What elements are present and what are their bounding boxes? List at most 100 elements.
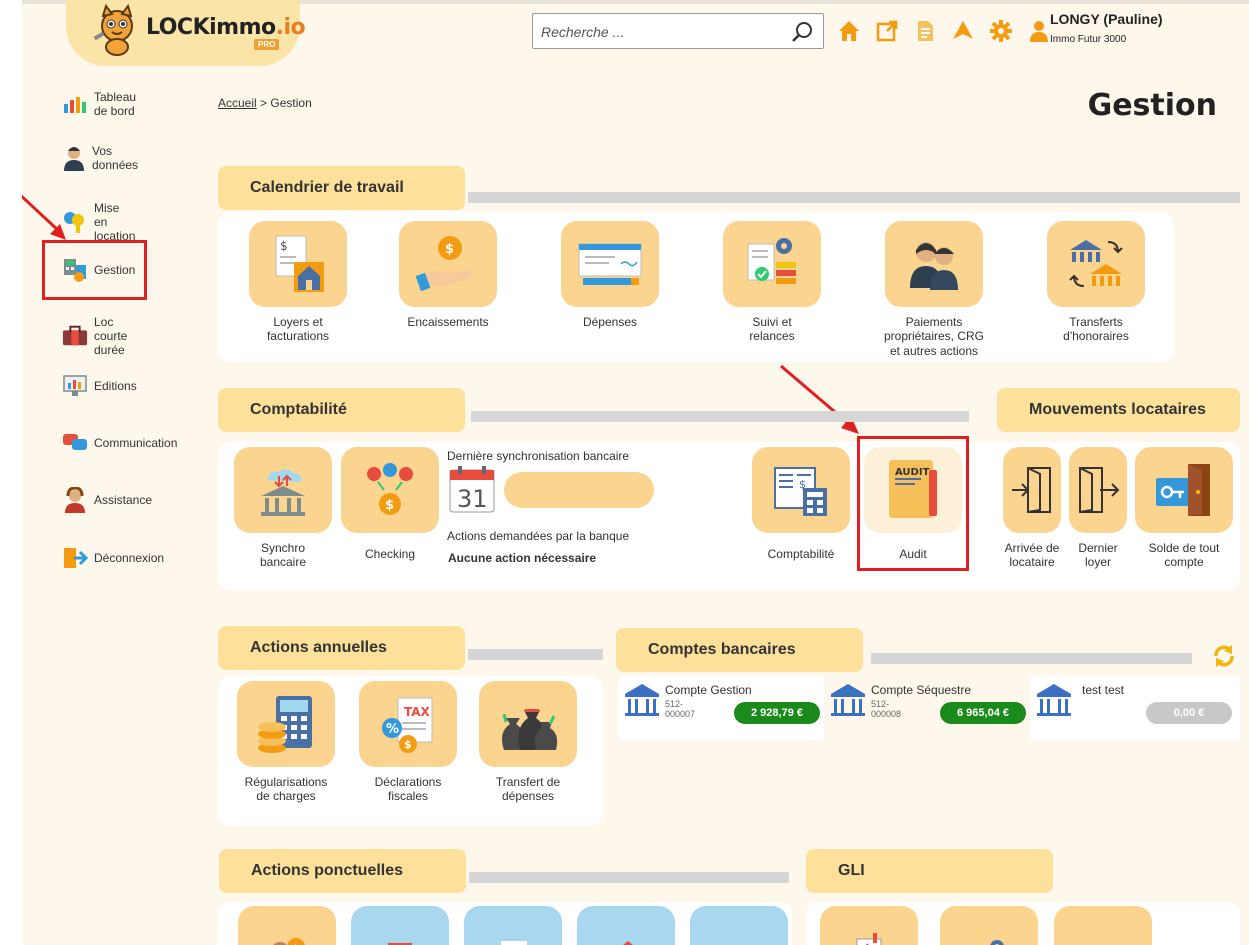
bank-account-gestion[interactable]: Compte Gestion 512- 000007 2 928,79 € [618, 676, 824, 740]
section-tab-calendrier: Calendrier de travail [218, 166, 465, 210]
external-link-icon[interactable] [874, 18, 900, 44]
support-agent-icon [62, 487, 88, 513]
balance-badge: 6 965,04 € [940, 702, 1026, 724]
house-check-icon [577, 906, 675, 945]
calculator-coins-icon [237, 681, 335, 767]
tile-loyers-facturations[interactable]: $ Loyers et facturations [238, 221, 358, 344]
topbar-icons [836, 18, 1052, 44]
tile-encaissements[interactable]: $ Encaissements [388, 221, 508, 329]
tile-depenses[interactable]: Dépenses [550, 221, 670, 329]
breadcrumb-home-link[interactable]: Accueil [218, 96, 257, 110]
tile-checking[interactable]: $ Checking [330, 447, 450, 561]
tile-gli-3[interactable] [1054, 906, 1152, 945]
tile-regularisations-charges[interactable]: Régularisations de charges [226, 681, 346, 804]
section-tab-ponctuelles: Actions ponctuelles [219, 849, 466, 893]
bank-icon [625, 684, 659, 716]
sync-date-value [504, 472, 654, 508]
coins-check-icon: $ [341, 447, 439, 533]
tile-gli-2[interactable] [940, 906, 1038, 945]
door-exit-icon [1069, 447, 1127, 533]
tile-suivi-relances[interactable]: Suivi et relances [712, 221, 832, 344]
tile-ponctuelle-1[interactable]: $ [238, 906, 336, 945]
coin-gauge-icon [1054, 906, 1152, 945]
tile-synchro-bancaire[interactable]: Synchro bancaire [223, 447, 343, 570]
sidebar-item-vos-donnees[interactable]: Vos données [62, 144, 140, 172]
user-name[interactable]: LONGY (Pauline) [1050, 11, 1163, 27]
invoice-house-icon: $ [249, 221, 347, 307]
section-divider [468, 649, 603, 660]
page: LOCKimmo.io PRO LONGY (Pauline) Immo Fut… [22, 0, 1249, 945]
key-door-icon [1135, 447, 1233, 533]
tax-icon: TAX% $ [359, 681, 457, 767]
search-icon[interactable] [791, 20, 815, 44]
annotation-box-audit [857, 436, 969, 571]
tile-solde-de-tout-compte[interactable]: Solde de tout compte [1124, 447, 1244, 570]
sidebar-item-editions[interactable]: Editions [62, 374, 137, 398]
tile-ponctuelle-2[interactable]: % [351, 906, 449, 945]
logo-text[interactable]: LOCKimmo.io [146, 15, 306, 40]
home-icon[interactable] [836, 18, 862, 44]
plane-icon[interactable] [950, 18, 976, 44]
bank-transfer-icon [1047, 221, 1145, 307]
user-icon[interactable] [1026, 18, 1052, 44]
tile-ponctuelle-4[interactable] [577, 906, 675, 945]
svg-text:TAX: TAX [404, 705, 431, 719]
owners-icon [885, 221, 983, 307]
logout-icon [62, 546, 88, 570]
sync-label: Dernière synchronisation bancaire [447, 449, 630, 463]
sidebar-item-tableau-de-bord[interactable]: Tableau de bord [62, 90, 136, 118]
bank-actions-label: Actions demandées par la banque [447, 529, 630, 543]
section-divider [871, 653, 1192, 664]
section-tab-gli: GLI [806, 849, 1053, 893]
sidebar-item-deconnexion[interactable]: Déconnexion [62, 546, 164, 570]
logo-badge: PRO [254, 39, 280, 50]
tile-comptabilite[interactable]: $ Comptabilité [741, 447, 861, 561]
checklist-icon [820, 906, 918, 945]
dashboard-icon [62, 92, 88, 116]
bank-account-sequestre[interactable]: Compte Séquestre 512- 000008 6 965,04 € [824, 676, 1030, 740]
section-divider [468, 192, 1240, 203]
bank-icon [831, 684, 865, 716]
sidebar-item-communication[interactable]: Communication [62, 431, 177, 455]
tracking-gear-icon [723, 221, 821, 307]
bank-icon [1037, 684, 1071, 716]
gear-icon[interactable] [988, 18, 1014, 44]
sidebar-item-assistance[interactable]: Assistance [62, 487, 152, 513]
document-icon[interactable] [912, 18, 938, 44]
tile-ponctuelle-5[interactable] [690, 906, 788, 945]
cheque-icon [561, 221, 659, 307]
balance-badge: 0,00 € [1146, 702, 1232, 724]
annotation-arrow-audit [780, 364, 859, 434]
door-enter-icon [1003, 447, 1061, 533]
svg-text:$: $ [445, 242, 454, 257]
breadcrumb: Accueil > Gestion [218, 96, 312, 110]
tile-transferts-honoraires[interactable]: Transferts d'honoraires [1036, 221, 1156, 344]
section-divider [471, 411, 969, 422]
search-box [532, 13, 824, 49]
section-tab-mouvements: Mouvements locataires [997, 388, 1240, 432]
section-tab-annuelles: Actions annuelles [218, 626, 465, 670]
svg-text:$: $ [385, 498, 394, 513]
person-icon [62, 146, 86, 171]
hand-coin-icon: $ [399, 221, 497, 307]
tile-paiements-proprietaires[interactable]: Paiements propriétaires, CRG et autres act… [874, 221, 994, 358]
calendrier-card [218, 212, 1174, 362]
cat-mascot-icon[interactable] [90, 4, 144, 56]
annotation-arrow-sidebar [22, 194, 66, 240]
sidebar-item-loc-courte-duree[interactable]: Loc courte durée [62, 315, 127, 357]
svg-text:$: $ [404, 738, 412, 751]
balance-badge: 2 928,79 € [734, 702, 820, 724]
ledger-calculator-icon: $ [752, 447, 850, 533]
suitcase-icon [62, 324, 88, 348]
refresh-icon[interactable] [1212, 644, 1236, 668]
search-input[interactable] [541, 21, 781, 43]
svg-text:$: $ [280, 239, 288, 253]
tile-declarations-fiscales[interactable]: TAX% $ Déclarations fiscales [348, 681, 468, 804]
monitor-chart-icon [62, 374, 88, 398]
tile-gli-1[interactable] [820, 906, 918, 945]
page-title: Gestion [1087, 88, 1217, 123]
tile-ponctuelle-3[interactable] [464, 906, 562, 945]
bank-account-test[interactable]: test test 0,00 € [1030, 676, 1240, 740]
bank-actions-value: Aucune action nécessaire [448, 551, 597, 565]
tile-transfert-depenses[interactable]: Transfert de dépenses [468, 681, 588, 804]
